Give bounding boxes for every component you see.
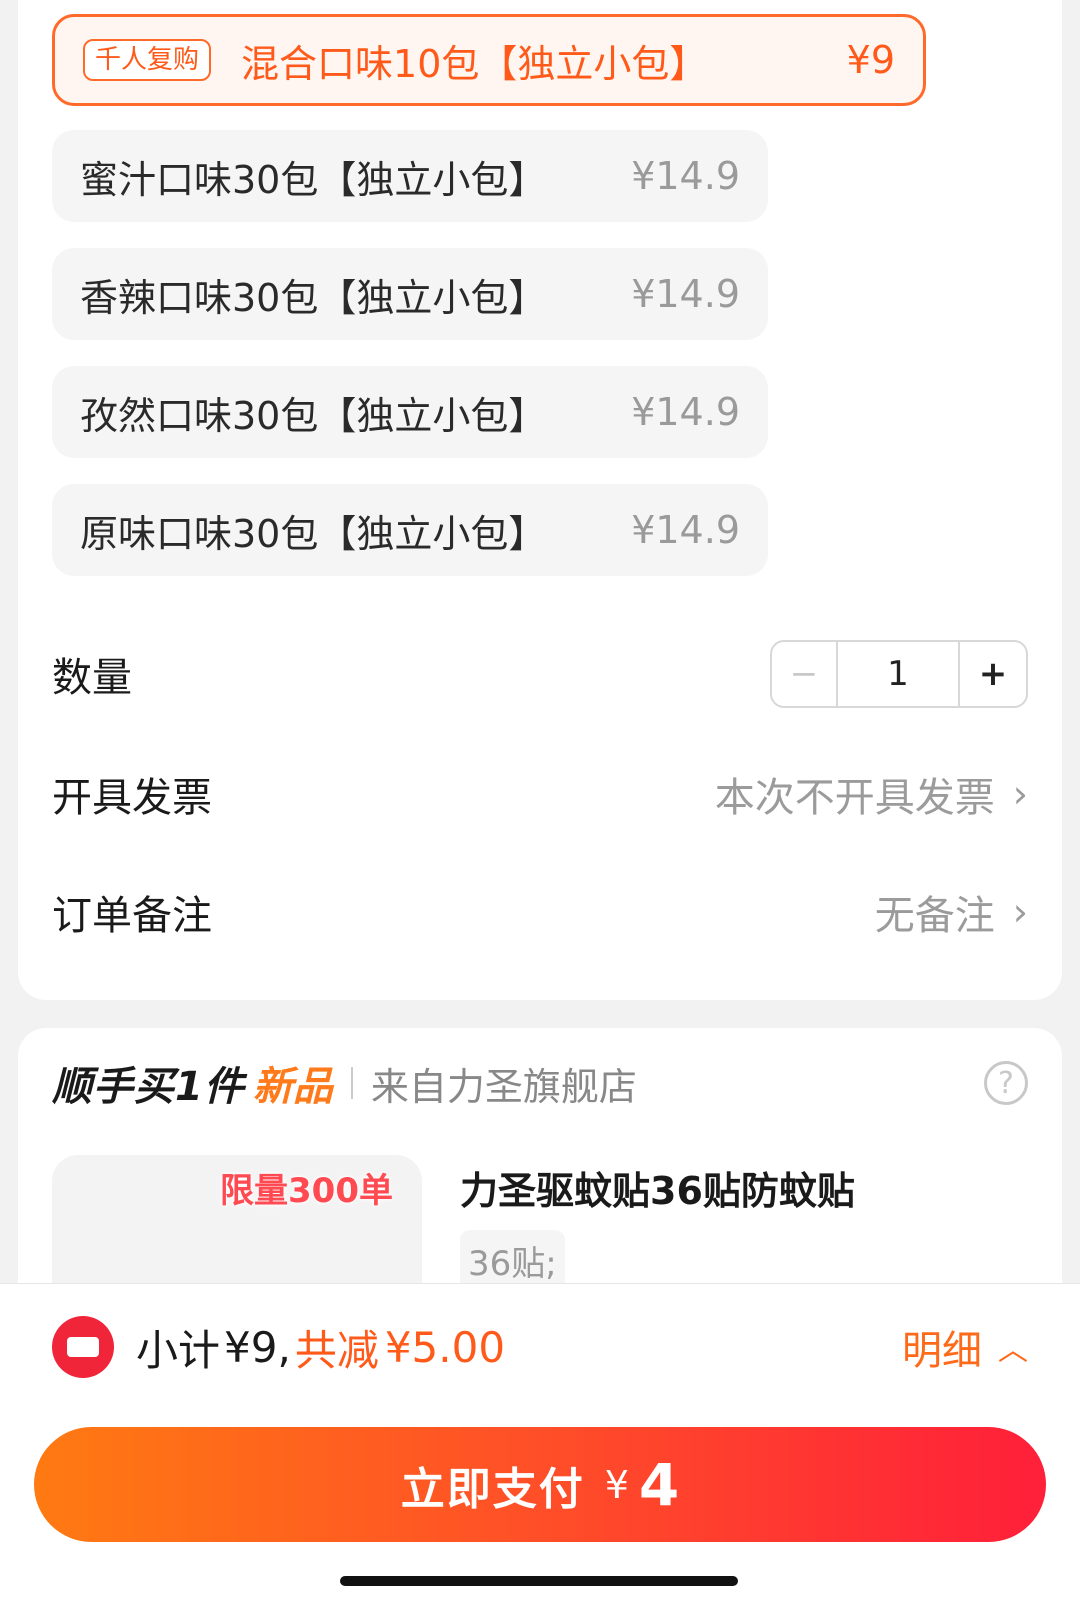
chevron-right-icon: › — [1012, 772, 1028, 816]
option-mixed-10[interactable]: 千人复购 混合口味10包【独立小包】 ¥9 — [52, 14, 926, 106]
quantity-input[interactable]: 1 — [838, 642, 960, 706]
increase-button[interactable]: + — [960, 642, 1026, 706]
option-label: 香辣口味30包【独立小包】 — [80, 275, 547, 320]
summary-row: 小计 ¥9, 共减 ¥5.00 明细 ︿ — [52, 1314, 1028, 1380]
option-label: 原味口味30包【独立小包】 — [80, 511, 547, 556]
product-name[interactable]: 力圣驱蚊贴36贴防蚊贴 — [460, 1160, 855, 1215]
recommend-header: 顺手买1件 新品 来自力圣旗舰店 ? — [52, 1038, 1028, 1128]
invoice-value-text: 本次不开具发票 — [714, 775, 995, 821]
remark-row[interactable]: 订单备注 无备注 › — [52, 872, 1028, 952]
quantity-row: 数量 − 1 + — [52, 634, 1028, 714]
subtotal-value: ¥9, — [224, 1322, 291, 1372]
discount-value: ¥5.00 — [384, 1322, 506, 1372]
chevron-right-icon: › — [1012, 890, 1028, 934]
option-price: ¥14.9 — [631, 508, 740, 552]
remark-value: 无备注 › — [875, 883, 1028, 941]
pay-now-button[interactable]: 立即支付 ¥ 4 — [34, 1427, 1046, 1542]
help-icon[interactable]: ? — [984, 1061, 1028, 1105]
pay-label: 立即支付 — [400, 1463, 585, 1515]
decrease-button[interactable]: − — [772, 642, 838, 706]
option-label: 蜜汁口味30包【独立小包】 — [80, 157, 547, 202]
option-price: ¥14.9 — [631, 154, 740, 198]
divider — [350, 1067, 353, 1099]
option-price: ¥14.9 — [631, 272, 740, 316]
home-indicator — [340, 1576, 738, 1586]
option-honey-30[interactable]: 蜜汁口味30包【独立小包】 ¥14.9 — [52, 130, 768, 222]
invoice-value: 本次不开具发票 › — [715, 765, 1028, 823]
option-price: ¥14.9 — [631, 390, 740, 434]
discount-label: 共减 — [294, 1325, 379, 1375]
store-name: 来自力圣旗舰店 — [370, 1064, 637, 1109]
limited-tag: 限量300单 — [220, 1171, 393, 1211]
pay-amount: 4 — [638, 1450, 680, 1519]
invoice-label: 开具发票 — [52, 775, 212, 821]
option-spicy-30[interactable]: 香辣口味30包【独立小包】 ¥14.9 — [52, 248, 768, 340]
quantity-label: 数量 — [52, 655, 132, 701]
coupon-icon — [52, 1316, 114, 1378]
option-label: 孜然口味30包【独立小包】 — [80, 393, 547, 438]
invoice-row[interactable]: 开具发票 本次不开具发票 › — [52, 754, 1028, 834]
quantity-stepper: − 1 + — [770, 640, 1028, 708]
option-cumin-30[interactable]: 孜然口味30包【独立小包】 ¥14.9 — [52, 366, 768, 458]
checkout-bar: 小计 ¥9, 共减 ¥5.00 明细 ︿ 立即支付 ¥ 4 — [0, 1283, 1080, 1609]
remark-value-text: 无备注 — [874, 893, 995, 939]
detail-button[interactable]: 明细 ︿ — [902, 1318, 1028, 1376]
option-label: 混合口味10包【独立小包】 — [241, 41, 708, 86]
remark-label: 订单备注 — [52, 893, 212, 939]
new-tag: 新品 — [252, 1064, 333, 1110]
pay-currency: ¥ — [604, 1462, 629, 1507]
chevron-up-icon: ︿ — [998, 1333, 1028, 1368]
repurchase-badge: 千人复购 — [83, 39, 212, 81]
option-price: ¥9 — [846, 38, 895, 82]
option-original-30[interactable]: 原味口味30包【独立小包】 ¥14.9 — [52, 484, 768, 576]
detail-label: 明细 — [902, 1328, 982, 1374]
product-spec[interactable]: 36贴; — [460, 1230, 565, 1286]
subtotal-label: 小计 — [136, 1325, 221, 1375]
recommend-title: 顺手买1件 — [52, 1064, 245, 1110]
